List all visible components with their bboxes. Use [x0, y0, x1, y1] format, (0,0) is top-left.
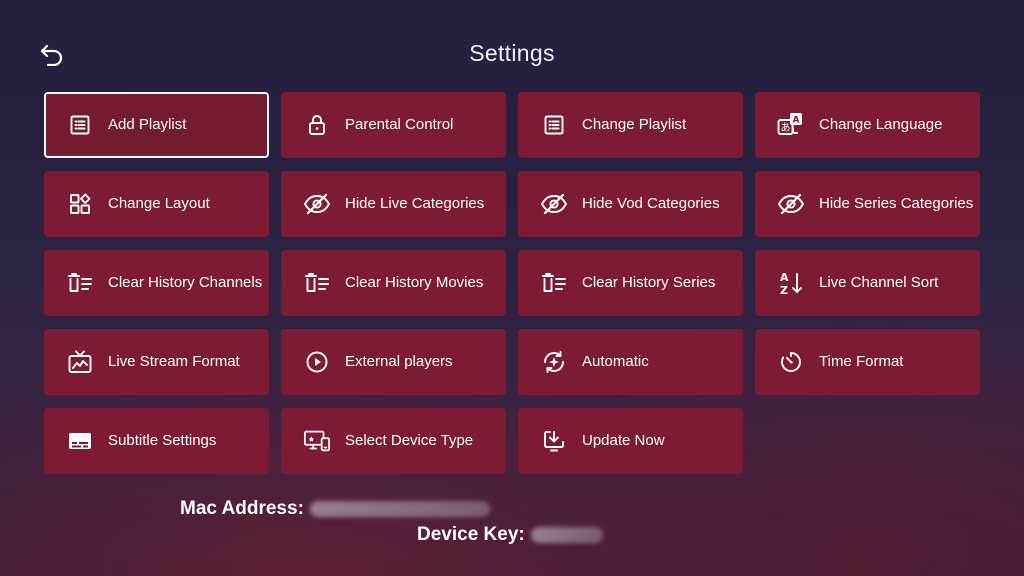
devices-icon — [303, 427, 331, 455]
device-key-row: Device Key: — [0, 522, 1024, 548]
svg-text:Z: Z — [780, 284, 788, 296]
tile-label: Clear History Movies — [345, 274, 484, 291]
timer-icon — [777, 348, 805, 376]
svg-text:A: A — [780, 271, 789, 284]
eye-off-icon — [777, 190, 805, 218]
settings-grid: Add Playlist Parental Control Change Playl… — [44, 92, 980, 474]
tile-label: Clear History Channels — [108, 274, 263, 291]
mac-address-label: Mac Address: — [180, 498, 304, 519]
lock-icon — [303, 111, 331, 139]
tile-label: Subtitle Settings — [108, 432, 217, 449]
svg-text:A: A — [793, 116, 800, 126]
svg-text:あ: あ — [781, 122, 791, 134]
tile-hide-vod-categories[interactable]: Hide Vod Categories — [518, 171, 743, 237]
header: Settings — [0, 0, 1024, 92]
device-key-value-redacted — [530, 526, 603, 543]
tile-label: Live Channel Sort — [819, 274, 939, 291]
tile-clear-history-movies[interactable]: Clear History Movies — [281, 250, 506, 316]
tile-change-playlist[interactable]: Change Playlist — [518, 92, 743, 158]
auto-refresh-icon — [540, 348, 568, 376]
tile-update-now[interactable]: Update Now — [518, 408, 743, 474]
tile-time-format[interactable]: Time Format — [755, 329, 980, 395]
delete-list-icon — [66, 269, 94, 297]
tile-automatic[interactable]: Automatic — [518, 329, 743, 395]
tile-label: Parental Control — [345, 116, 454, 133]
device-info: Mac Address: Device Key: — [0, 496, 1024, 548]
tile-label: Live Stream Format — [108, 353, 240, 370]
list-icon — [66, 111, 94, 139]
tile-external-players[interactable]: External players — [281, 329, 506, 395]
tile-live-channel-sort[interactable]: A Z Live Channel Sort — [755, 250, 980, 316]
eye-off-icon — [540, 190, 568, 218]
mac-address-value-redacted — [309, 500, 490, 517]
tv-icon — [66, 348, 94, 376]
tile-label: Hide Series Categories — [819, 195, 974, 212]
subtitles-icon — [66, 427, 94, 455]
tile-change-language[interactable]: あ A Change Language — [755, 92, 980, 158]
tile-label: Select Device Type — [345, 432, 474, 449]
tile-label: External players — [345, 353, 453, 370]
tile-label: Time Format — [819, 353, 904, 370]
tile-parental-control[interactable]: Parental Control — [281, 92, 506, 158]
tile-clear-history-channels[interactable]: Clear History Channels — [44, 250, 269, 316]
tile-label: Change Layout — [108, 195, 210, 212]
tile-label: Add Playlist — [108, 116, 187, 133]
tile-label: Update Now — [582, 432, 665, 449]
tile-add-playlist[interactable]: Add Playlist — [44, 92, 269, 158]
delete-list-icon — [303, 269, 331, 297]
tile-label: Clear History Series — [582, 274, 716, 291]
tile-label: Hide Live Categories — [345, 195, 485, 212]
tile-change-layout[interactable]: Change Layout — [44, 171, 269, 237]
tile-hide-live-categories[interactable]: Hide Live Categories — [281, 171, 506, 237]
page-title: Settings — [469, 40, 555, 66]
tile-label: Automatic — [582, 353, 649, 370]
download-icon — [540, 427, 568, 455]
layout-icon — [66, 190, 94, 218]
delete-list-icon — [540, 269, 568, 297]
tile-subtitle-settings[interactable]: Subtitle Settings — [44, 408, 269, 474]
translate-icon: あA — [777, 111, 805, 139]
tile-label: Change Language — [819, 116, 943, 133]
tile-label: Hide Vod Categories — [582, 195, 720, 212]
tile-hide-series-categories[interactable]: Hide Series Categories — [755, 171, 980, 237]
list-icon — [540, 111, 568, 139]
play-circle-icon — [303, 348, 331, 376]
sort-az-icon: AZ — [777, 269, 805, 297]
tile-select-device-type[interactable]: Select Device Type — [281, 408, 506, 474]
mac-address-row: Mac Address: — [0, 496, 1024, 522]
tile-label: Change Playlist — [582, 116, 687, 133]
eye-off-icon — [303, 190, 331, 218]
tile-live-stream-format[interactable]: Live Stream Format — [44, 329, 269, 395]
tile-clear-history-series[interactable]: Clear History Series — [518, 250, 743, 316]
device-key-label: Device Key: — [417, 524, 525, 545]
